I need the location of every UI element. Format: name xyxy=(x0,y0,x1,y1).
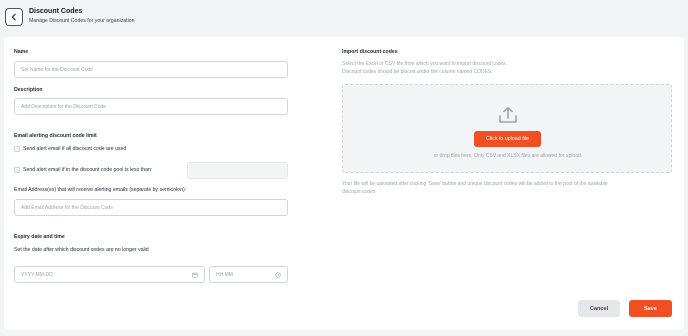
clock-icon xyxy=(275,272,281,278)
email-label: Email Address(es) that will receive aler… xyxy=(14,187,187,193)
alert-pool-less-label: Send alert email if in the discount code… xyxy=(23,167,153,173)
upload-icon xyxy=(499,107,517,123)
description-input[interactable]: Add Description for the Discount Code xyxy=(14,98,288,115)
expiry-time-input[interactable]: HH:MM xyxy=(209,266,288,283)
import-label: Import discount codes xyxy=(342,49,398,55)
upload-file-button[interactable]: Click to upload file xyxy=(474,131,541,147)
alert-all-used-label: Send alert email if all discount code ar… xyxy=(23,146,127,152)
page-subtitle: Manage Discount Codes for your organizat… xyxy=(29,18,135,24)
name-placeholder: Set Name for the Discount Code xyxy=(21,66,93,73)
save-button[interactable]: Save xyxy=(629,300,672,317)
expiry-description: Set the date after which discount codes … xyxy=(14,247,149,253)
discount-code-form-card: Name Set Name for the Discount Code Desc… xyxy=(4,37,684,330)
calendar-icon xyxy=(192,272,198,278)
upload-note-line2: discount codes xyxy=(342,189,376,195)
alert-pool-less-checkbox[interactable] xyxy=(14,167,20,173)
import-desc-line1: Select the Excel or CSV file from which … xyxy=(342,61,508,67)
back-button[interactable] xyxy=(5,8,23,26)
name-input[interactable]: Set Name for the Discount Code xyxy=(14,61,288,78)
import-desc-line2: Discount codes should be placed under th… xyxy=(342,69,493,75)
cancel-button[interactable]: Cancel xyxy=(578,300,620,317)
expiry-date-input[interactable]: YYYY-MM-DD xyxy=(14,266,205,283)
upload-note-line1: Your file will be uploaded after clickin… xyxy=(342,181,608,187)
chevron-left-icon xyxy=(11,13,16,21)
expiry-label: Expiry date and time xyxy=(14,234,65,240)
alert-all-used-checkbox[interactable] xyxy=(14,146,20,152)
email-placeholder: Add Email Address for the Discount Code xyxy=(21,204,113,211)
time-placeholder: HH:MM xyxy=(216,271,233,278)
pool-threshold-input[interactable] xyxy=(187,162,288,179)
page-header: Discount Codes Manage Discount Codes for… xyxy=(0,0,688,34)
drop-files-text: or drop files here. Only CSV and XLSX fi… xyxy=(433,153,583,159)
description-placeholder: Add Description for the Discount Code xyxy=(21,103,107,110)
description-label: Description xyxy=(14,87,43,93)
email-input[interactable]: Add Email Address for the Discount Code xyxy=(14,199,288,216)
alert-section-label: Email alerting discount code limit xyxy=(14,133,97,139)
file-dropzone[interactable]: Click to upload file or drop files here.… xyxy=(342,84,672,173)
page-title: Discount Codes xyxy=(29,8,83,15)
name-label: Name xyxy=(14,49,29,55)
date-placeholder: YYYY-MM-DD xyxy=(21,271,53,278)
